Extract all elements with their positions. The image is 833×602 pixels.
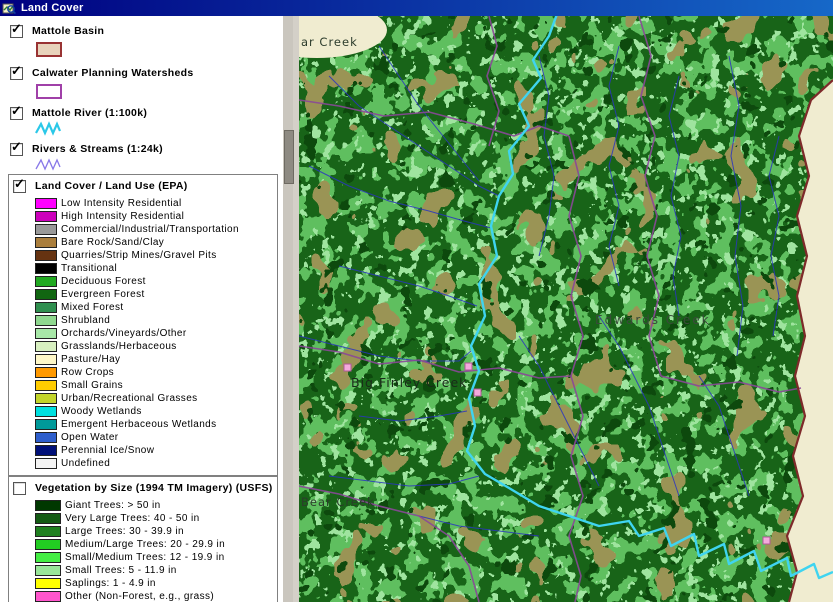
legend-swatch <box>35 552 61 563</box>
legend-swatch <box>35 419 57 430</box>
layer-label: Calwater Planning Watersheds <box>32 67 193 79</box>
legend-swatch <box>35 276 57 287</box>
window-title: Land Cover <box>21 2 84 14</box>
checkmark-icon: ✓ <box>11 104 22 117</box>
legend-swatch <box>35 500 61 511</box>
stream-line-swatch <box>36 160 60 169</box>
checkmark-icon: ✓ <box>11 22 22 35</box>
layer-rivers-streams[interactable]: ✓ Rivers & Streams (1:24k) <box>10 142 163 156</box>
layer-checkbox[interactable] <box>13 482 26 495</box>
legend-swatch <box>35 539 61 550</box>
legend-swatch <box>35 513 61 524</box>
map-label: Edwards Creek <box>595 313 711 327</box>
legend-swatch <box>35 591 61 602</box>
legend-swatch <box>35 445 57 456</box>
map-label: ar Creek <box>301 35 358 49</box>
checkmark-icon: ✓ <box>11 64 22 77</box>
window-icon <box>2 2 16 15</box>
application-window: Land Cover ✓ Mattole Basin ✓ Calwater Pl… <box>0 0 833 602</box>
layer-mattole-river[interactable]: ✓ Mattole River (1:100k) <box>10 106 147 120</box>
layer-label: Mattole Basin <box>32 25 104 37</box>
legend-swatch <box>35 198 57 209</box>
legend-swatch <box>35 263 57 274</box>
layer-label: Land Cover / Land Use (EPA) <box>35 180 188 192</box>
mattole-river-swatch[interactable] <box>34 120 62 138</box>
map-canvas[interactable]: ar Creek Edwards Creek Big Finley Creek … <box>299 16 833 602</box>
legend-swatch <box>35 406 57 417</box>
layer-checkbox[interactable]: ✓ <box>10 67 23 80</box>
legend-swatch <box>35 302 57 313</box>
map-label: Bear Creek <box>301 495 375 509</box>
legend-swatch <box>35 578 61 589</box>
map-label: Big Finley Creek <box>351 375 467 390</box>
layer-label: Vegetation by Size (1994 TM Imagery) (US… <box>35 482 273 494</box>
layer-checkbox[interactable]: ✓ <box>10 143 23 156</box>
legend-swatch <box>35 526 61 537</box>
checkmark-icon: ✓ <box>11 140 22 153</box>
legend-scrollbar[interactable] <box>283 16 293 602</box>
legend-swatch <box>35 354 57 365</box>
legend-swatch <box>35 367 57 378</box>
layer-label: Rivers & Streams (1:24k) <box>32 143 163 155</box>
legend-swatch <box>35 458 57 469</box>
legend-swatch <box>35 289 57 300</box>
layer-vegetation-size[interactable]: Vegetation by Size (1994 TM Imagery) (US… <box>13 481 273 495</box>
epa-landcover-group: ✓ Land Cover / Land Use (EPA) Low Intens… <box>8 174 278 476</box>
layer-label: Mattole River (1:100k) <box>32 107 147 119</box>
legend-swatch <box>35 237 57 248</box>
checkmark-icon: ✓ <box>14 177 25 190</box>
legend-swatch <box>35 393 57 404</box>
map-view[interactable]: ar Creek Edwards Creek Big Finley Creek … <box>299 16 833 602</box>
scrollbar-thumb[interactable] <box>284 130 294 184</box>
mattole-basin-swatch[interactable] <box>36 42 62 57</box>
legend-swatch <box>35 211 57 222</box>
legend-swatch <box>35 565 61 576</box>
legend-swatch <box>35 224 57 235</box>
vegetation-size-group: Vegetation by Size (1994 TM Imagery) (US… <box>8 476 278 602</box>
rivers-streams-swatch[interactable] <box>34 156 62 174</box>
layer-checkbox[interactable]: ✓ <box>10 25 23 38</box>
legend-swatch <box>35 328 57 339</box>
layer-mattole-basin[interactable]: ✓ Mattole Basin <box>10 24 104 38</box>
legend-swatch <box>35 250 57 261</box>
layer-calwater-watersheds[interactable]: ✓ Calwater Planning Watersheds <box>10 66 193 80</box>
window-titlebar[interactable]: Land Cover <box>0 0 833 16</box>
calwater-swatch[interactable] <box>36 84 62 99</box>
layer-checkbox[interactable]: ✓ <box>10 107 23 120</box>
legend-swatch <box>35 315 57 326</box>
river-line-swatch <box>36 124 60 133</box>
layer-checkbox[interactable]: ✓ <box>13 180 26 193</box>
layer-epa-landcover[interactable]: ✓ Land Cover / Land Use (EPA) <box>13 179 188 193</box>
legend-swatch <box>35 432 57 443</box>
legend-swatch <box>35 341 57 352</box>
legend-swatch <box>35 380 57 391</box>
legend-panel: ✓ Mattole Basin ✓ Calwater Planning Wate… <box>0 16 283 602</box>
